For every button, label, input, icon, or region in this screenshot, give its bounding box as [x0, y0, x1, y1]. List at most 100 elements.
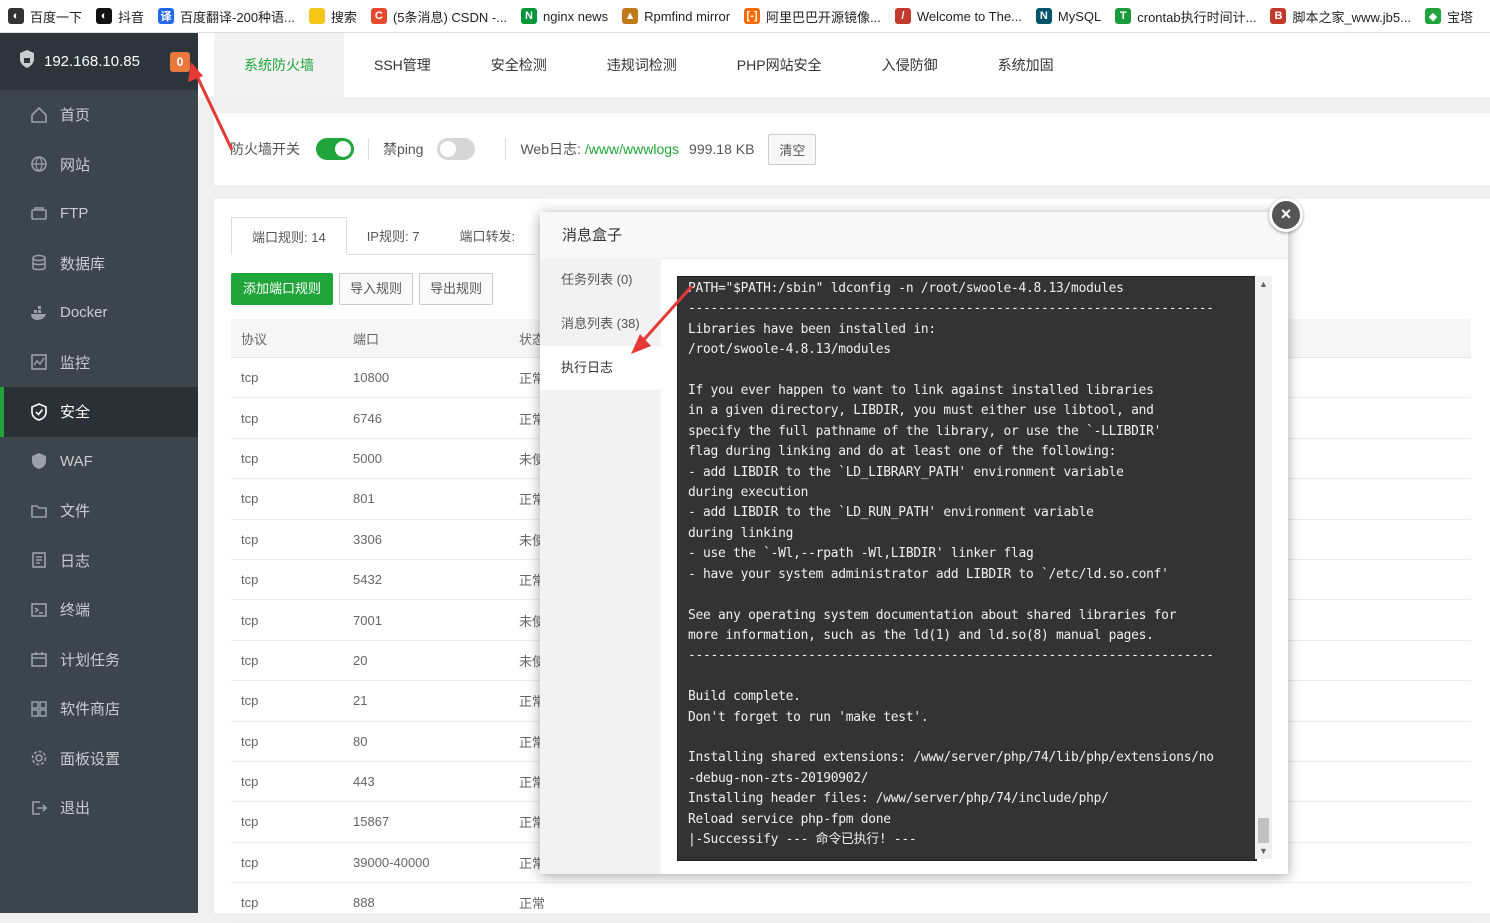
- bookmark-favicon-icon: N: [1035, 8, 1052, 24]
- cell-port: 443: [343, 761, 509, 803]
- home-icon: [30, 106, 48, 124]
- close-icon[interactable]: ×: [1269, 198, 1303, 232]
- sidebar-item-3[interactable]: FTP: [0, 189, 198, 239]
- bookmark-item[interactable]: Tcrontab执行时间计...: [1115, 7, 1256, 26]
- firewall-toggle[interactable]: [316, 138, 354, 160]
- cell-proto: tcp: [231, 842, 343, 884]
- cell-port: 10800: [343, 357, 509, 399]
- tab-3[interactable]: 安全检测: [461, 33, 577, 97]
- sidebar-item-5[interactable]: Docker: [0, 288, 198, 338]
- ftp-icon: [30, 205, 48, 223]
- tab-2[interactable]: SSH管理: [344, 33, 461, 97]
- bookmark-item[interactable]: ◐ 百度一下: [8, 7, 82, 26]
- scroll-down-icon[interactable]: ▼: [1259, 846, 1268, 856]
- bookmark-label: Rpmfind mirror: [644, 8, 731, 24]
- import-rules-button[interactable]: 导入规则: [339, 273, 414, 305]
- rules-subtab[interactable]: 端口规则: 14: [231, 217, 347, 255]
- divider: [368, 138, 369, 160]
- modal-tab-3[interactable]: 执行日志: [540, 346, 661, 390]
- sidebar-item-10[interactable]: 日志: [0, 536, 198, 586]
- logout-icon: [30, 799, 48, 817]
- notification-badge[interactable]: 0: [170, 52, 190, 72]
- sidebar-item-6[interactable]: 监控: [0, 338, 198, 388]
- bookmark-item[interactable]: [-] 阿里巴巴开源镜像...: [744, 7, 881, 26]
- cell-port: 3306: [343, 519, 509, 560]
- sidebar-item-label: 数据库: [60, 255, 106, 273]
- cell-port: 21: [343, 680, 509, 722]
- sidebar-item-15[interactable]: 退出: [0, 783, 198, 833]
- sidebar-item-9[interactable]: 文件: [0, 486, 198, 536]
- server-host[interactable]: 192.168.10.85: [44, 53, 140, 70]
- sidebar-item-7[interactable]: 安全: [0, 387, 198, 437]
- modal-tab-1[interactable]: 任务列表 (0): [540, 258, 661, 302]
- sidebar-item-label: 文件: [60, 503, 91, 521]
- bookmark-item[interactable]: N MySQL: [1035, 8, 1102, 24]
- sidebar-item-4[interactable]: 数据库: [0, 239, 198, 289]
- bookmark-label: MySQL: [1057, 8, 1102, 24]
- scroll-thumb[interactable]: [1258, 818, 1269, 843]
- bookmark-favicon-icon: ◐: [8, 8, 24, 24]
- waf-icon: [30, 452, 48, 470]
- sidebar-item-12[interactable]: 计划任务: [0, 635, 198, 685]
- tab-7[interactable]: 系统加固: [968, 33, 1084, 97]
- server-header: 192.168.10.85 0: [0, 33, 198, 90]
- sidebar-item-8[interactable]: WAF: [0, 437, 198, 487]
- firewall-switch-label: 防火墙开关: [230, 141, 300, 157]
- bookmark-item[interactable]: C (5条消息) CSDN -...: [370, 7, 507, 26]
- cell-proto: tcp: [231, 801, 343, 843]
- sidebar-item-11[interactable]: 终端: [0, 585, 198, 635]
- column-header[interactable]: 协议: [231, 319, 343, 358]
- folder-icon: [30, 502, 48, 520]
- tab-1[interactable]: 系统防火墙: [214, 33, 344, 97]
- rules-subtabs: 端口规则: 14 IP规则: 7 端口转发:: [231, 217, 536, 255]
- cell-port: 15867: [343, 801, 509, 843]
- bookmark-item[interactable]: 搜索: [308, 7, 357, 26]
- bookmark-item[interactable]: ◆ 宝塔: [1424, 7, 1473, 26]
- sidebar-item-1[interactable]: 首页: [0, 90, 198, 140]
- sidebar-item-2[interactable]: 网站: [0, 140, 198, 190]
- bookmark-item[interactable]: Nnginx news: [521, 8, 608, 24]
- sidebar-item-label: WAF: [60, 452, 93, 470]
- export-rules-button[interactable]: 导出规则: [419, 273, 494, 305]
- firewall-switch-bar: 防火墙开关 禁ping Web日志: /www/wwwlogs 999.18 K…: [214, 113, 1490, 185]
- bookmark-label: 百度翻译-200种语...: [180, 9, 295, 25]
- cell-proto: tcp: [231, 721, 343, 762]
- table-row[interactable]: tcp 888 正常: [231, 882, 1471, 923]
- bookmark-favicon-icon: C: [370, 8, 387, 24]
- cell-proto: tcp: [231, 519, 343, 560]
- bookmark-label: 搜索: [330, 9, 357, 25]
- sidebar-item-label: 终端: [60, 602, 91, 620]
- sidebar-item-14[interactable]: 面板设置: [0, 734, 198, 784]
- bookmark-label: 百度一下: [30, 9, 83, 25]
- bookmark-item[interactable]: ◐ 抖音: [96, 7, 144, 26]
- cell-proto: tcp: [231, 882, 343, 923]
- modal-tab-2[interactable]: 消息列表 (38): [540, 302, 661, 346]
- cell-port: 6746: [343, 397, 509, 439]
- shield-icon: [30, 402, 48, 421]
- cell-port: 7001: [343, 599, 509, 641]
- bookmark-item[interactable]: B 脚本之家_www.jb5...: [1270, 7, 1411, 26]
- tab-4[interactable]: 违规词检测: [577, 33, 707, 97]
- scroll-up-icon[interactable]: ▲: [1259, 279, 1268, 289]
- log-scrollbar[interactable]: ▲ ▼: [1255, 276, 1272, 859]
- sidebar-item-label: 首页: [60, 107, 91, 125]
- column-header[interactable]: 端口: [343, 319, 509, 358]
- rules-subtab[interactable]: 端口转发:: [439, 217, 536, 255]
- monitor-icon: [30, 353, 48, 371]
- bookmark-item[interactable]: 译百度翻译-200种语...: [158, 7, 295, 26]
- sidebar-item-13[interactable]: 软件商店: [0, 684, 198, 734]
- sidebar: 192.168.10.85 0 首页网站 FTP 数据库 Docker 监控 安全 WAF 文…: [0, 33, 198, 913]
- tab-6[interactable]: 入侵防御: [852, 33, 968, 97]
- ping-toggle[interactable]: [437, 138, 476, 160]
- execution-log-console[interactable]: PATH="$PATH:/sbin" ldconfig -n /root/swo…: [677, 276, 1257, 861]
- cell-status: 正常: [509, 882, 1471, 923]
- rules-subtab[interactable]: IP规则: 7: [346, 217, 440, 255]
- bookmark-item[interactable]: / Welcome to The...: [894, 8, 1022, 24]
- tab-5[interactable]: PHP网站安全: [707, 33, 852, 97]
- modal-sidebar: 任务列表 (0) 消息列表 (38) 执行日志: [540, 258, 661, 874]
- weblog-path-link[interactable]: /www/wwwlogs: [585, 141, 679, 157]
- bookmark-favicon-icon: [-]: [744, 8, 761, 24]
- clear-log-button[interactable]: 清空: [768, 133, 817, 165]
- add-port-rule-button[interactable]: 添加端口规则: [231, 273, 334, 305]
- bookmark-item[interactable]: ▲ Rpmfind mirror: [622, 8, 730, 24]
